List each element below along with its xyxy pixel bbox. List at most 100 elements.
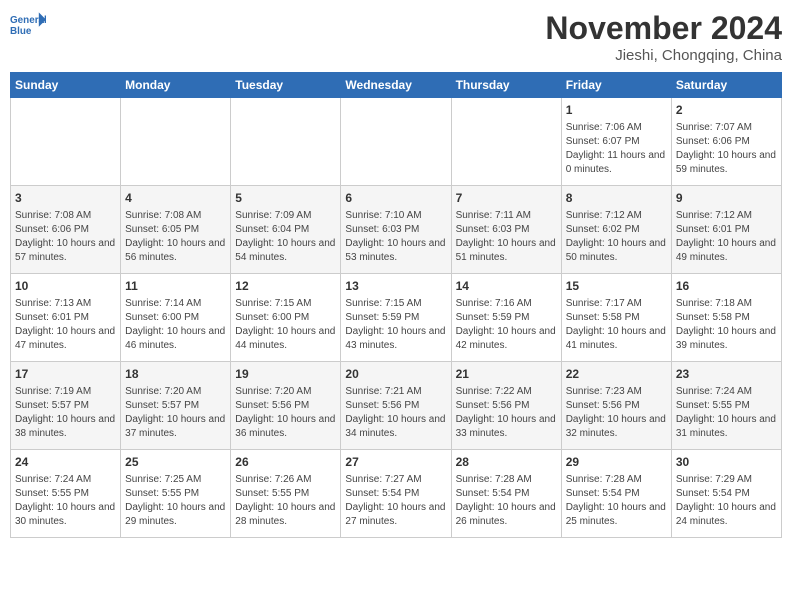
calendar-cell-week1-day0 bbox=[11, 98, 121, 186]
calendar-cell-week5-day5: 29 Sunrise: 7:28 AM Sunset: 5:54 PM Dayli… bbox=[561, 450, 671, 538]
calendar-cell-week1-day5: 1 Sunrise: 7:06 AM Sunset: 6:07 PM Daylig… bbox=[561, 98, 671, 186]
calendar-cell-week1-day2 bbox=[231, 98, 341, 186]
day-info: Sunrise: 7:08 AM Sunset: 6:06 PM Dayligh… bbox=[15, 209, 116, 265]
weekday-header-friday: Friday bbox=[561, 73, 671, 98]
calendar-cell-week5-day4: 28Sunrise: 7:28 AM Sunset: 5:54 PM Dayli… bbox=[451, 450, 561, 538]
logo: General Blue bbox=[10, 10, 46, 40]
day-number: 18 bbox=[125, 366, 226, 383]
day-info: Sunrise: 7:10 AM Sunset: 6:03 PM Dayligh… bbox=[345, 209, 446, 265]
day-info: Sunrise: 7:12 AM Sunset: 6:02 PM Dayligh… bbox=[566, 209, 667, 265]
title-block: November 2024 Jieshi, Chongqing, China bbox=[545, 10, 782, 64]
day-number: 3 bbox=[15, 190, 116, 207]
day-number: 22 bbox=[566, 366, 667, 383]
day-info: Sunrise: 7:24 AM Sunset: 5:55 PM Dayligh… bbox=[676, 385, 777, 441]
day-number: 2 bbox=[676, 102, 777, 119]
week-row-5: 24 Sunrise: 7:24 AM Sunset: 5:55 PM Dayli… bbox=[11, 450, 782, 538]
calendar-cell-week2-day0: 3 Sunrise: 7:08 AM Sunset: 6:06 PM Daylig… bbox=[11, 186, 121, 274]
week-row-2: 3 Sunrise: 7:08 AM Sunset: 6:06 PM Daylig… bbox=[11, 186, 782, 274]
calendar-cell-week1-day3 bbox=[341, 98, 451, 186]
day-info: Sunrise: 7:29 AM Sunset: 5:54 PM Dayligh… bbox=[676, 473, 777, 529]
day-number: 8 bbox=[566, 190, 667, 207]
day-number: 23 bbox=[676, 366, 777, 383]
day-number: 16 bbox=[676, 278, 777, 295]
calendar-cell-week5-day1: 25Sunrise: 7:25 AM Sunset: 5:55 PM Dayli… bbox=[121, 450, 231, 538]
calendar-cell-week4-day6: 23 Sunrise: 7:24 AM Sunset: 5:55 PM Dayli… bbox=[671, 362, 781, 450]
day-number: 19 bbox=[235, 366, 336, 383]
logo-icon: General Blue bbox=[10, 10, 46, 40]
calendar-cell-week4-day5: 22 Sunrise: 7:23 AM Sunset: 5:56 PM Dayli… bbox=[561, 362, 671, 450]
day-info: Sunrise: 7:27 AM Sunset: 5:54 PM Dayligh… bbox=[345, 473, 446, 529]
day-info: Sunrise: 7:23 AM Sunset: 5:56 PM Dayligh… bbox=[566, 385, 667, 441]
day-number: 9 bbox=[676, 190, 777, 207]
calendar-cell-week5-day6: 30 Sunrise: 7:29 AM Sunset: 5:54 PM Dayli… bbox=[671, 450, 781, 538]
day-info: Sunrise: 7:24 AM Sunset: 5:55 PM Dayligh… bbox=[15, 473, 116, 529]
day-number: 17 bbox=[15, 366, 116, 383]
day-number: 7 bbox=[456, 190, 557, 207]
calendar-cell-week4-day1: 18Sunrise: 7:20 AM Sunset: 5:57 PM Dayli… bbox=[121, 362, 231, 450]
day-info: Sunrise: 7:28 AM Sunset: 5:54 PM Dayligh… bbox=[456, 473, 557, 529]
day-number: 30 bbox=[676, 454, 777, 471]
calendar-cell-week5-day0: 24 Sunrise: 7:24 AM Sunset: 5:55 PM Dayli… bbox=[11, 450, 121, 538]
day-number: 6 bbox=[345, 190, 446, 207]
day-number: 12 bbox=[235, 278, 336, 295]
calendar-cell-week1-day4 bbox=[451, 98, 561, 186]
calendar-cell-week3-day4: 14 Sunrise: 7:16 AM Sunset: 5:59 PM Dayli… bbox=[451, 274, 561, 362]
day-info: Sunrise: 7:22 AM Sunset: 5:56 PM Dayligh… bbox=[456, 385, 557, 441]
weekday-header-wednesday: Wednesday bbox=[341, 73, 451, 98]
day-number: 14 bbox=[456, 278, 557, 295]
page-header: General Blue November 2024 Jieshi, Chong… bbox=[10, 10, 782, 64]
day-info: Sunrise: 7:16 AM Sunset: 5:59 PM Dayligh… bbox=[456, 297, 557, 353]
weekday-header-saturday: Saturday bbox=[671, 73, 781, 98]
weekday-header-monday: Monday bbox=[121, 73, 231, 98]
calendar-cell-week3-day2: 12 Sunrise: 7:15 AM Sunset: 6:00 PM Dayli… bbox=[231, 274, 341, 362]
svg-text:Blue: Blue bbox=[10, 26, 32, 37]
day-info: Sunrise: 7:28 AM Sunset: 5:54 PM Dayligh… bbox=[566, 473, 667, 529]
day-number: 4 bbox=[125, 190, 226, 207]
calendar-cell-week4-day0: 17 Sunrise: 7:19 AM Sunset: 5:57 PM Dayli… bbox=[11, 362, 121, 450]
week-row-3: 10Sunrise: 7:13 AM Sunset: 6:01 PM Dayli… bbox=[11, 274, 782, 362]
month-title: November 2024 bbox=[545, 10, 782, 47]
calendar-table: SundayMondayTuesdayWednesdayThursdayFrid… bbox=[10, 72, 782, 538]
calendar-cell-week4-day3: 20Sunrise: 7:21 AM Sunset: 5:56 PM Dayli… bbox=[341, 362, 451, 450]
day-number: 29 bbox=[566, 454, 667, 471]
week-row-1: 1 Sunrise: 7:06 AM Sunset: 6:07 PM Daylig… bbox=[11, 98, 782, 186]
day-info: Sunrise: 7:26 AM Sunset: 5:55 PM Dayligh… bbox=[235, 473, 336, 529]
calendar-cell-week1-day1 bbox=[121, 98, 231, 186]
calendar-cell-week2-day6: 9Sunrise: 7:12 AM Sunset: 6:01 PM Daylig… bbox=[671, 186, 781, 274]
day-info: Sunrise: 7:14 AM Sunset: 6:00 PM Dayligh… bbox=[125, 297, 226, 353]
day-info: Sunrise: 7:11 AM Sunset: 6:03 PM Dayligh… bbox=[456, 209, 557, 265]
calendar-cell-week1-day6: 2 Sunrise: 7:07 AM Sunset: 6:06 PM Daylig… bbox=[671, 98, 781, 186]
calendar-cell-week3-day1: 11 Sunrise: 7:14 AM Sunset: 6:00 PM Dayli… bbox=[121, 274, 231, 362]
day-number: 21 bbox=[456, 366, 557, 383]
weekday-header-tuesday: Tuesday bbox=[231, 73, 341, 98]
calendar-cell-week5-day2: 26 Sunrise: 7:26 AM Sunset: 5:55 PM Dayli… bbox=[231, 450, 341, 538]
calendar-cell-week2-day2: 5Sunrise: 7:09 AM Sunset: 6:04 PM Daylig… bbox=[231, 186, 341, 274]
week-row-4: 17 Sunrise: 7:19 AM Sunset: 5:57 PM Dayli… bbox=[11, 362, 782, 450]
day-info: Sunrise: 7:15 AM Sunset: 6:00 PM Dayligh… bbox=[235, 297, 336, 353]
day-info: Sunrise: 7:09 AM Sunset: 6:04 PM Dayligh… bbox=[235, 209, 336, 265]
day-number: 20 bbox=[345, 366, 446, 383]
day-number: 26 bbox=[235, 454, 336, 471]
calendar-cell-week3-day0: 10Sunrise: 7:13 AM Sunset: 6:01 PM Dayli… bbox=[11, 274, 121, 362]
location-subtitle: Jieshi, Chongqing, China bbox=[545, 47, 782, 64]
day-info: Sunrise: 7:07 AM Sunset: 6:06 PM Dayligh… bbox=[676, 121, 777, 177]
calendar-cell-week3-day5: 15 Sunrise: 7:17 AM Sunset: 5:58 PM Dayli… bbox=[561, 274, 671, 362]
calendar-cell-week2-day5: 8 Sunrise: 7:12 AM Sunset: 6:02 PM Daylig… bbox=[561, 186, 671, 274]
calendar-cell-week3-day6: 16 Sunrise: 7:18 AM Sunset: 5:58 PM Dayli… bbox=[671, 274, 781, 362]
day-number: 1 bbox=[566, 102, 667, 119]
calendar-cell-week2-day4: 7 Sunrise: 7:11 AM Sunset: 6:03 PM Daylig… bbox=[451, 186, 561, 274]
weekday-header-row: SundayMondayTuesdayWednesdayThursdayFrid… bbox=[11, 73, 782, 98]
day-info: Sunrise: 7:06 AM Sunset: 6:07 PM Dayligh… bbox=[566, 121, 667, 177]
calendar-cell-week4-day2: 19Sunrise: 7:20 AM Sunset: 5:56 PM Dayli… bbox=[231, 362, 341, 450]
day-info: Sunrise: 7:17 AM Sunset: 5:58 PM Dayligh… bbox=[566, 297, 667, 353]
day-info: Sunrise: 7:15 AM Sunset: 5:59 PM Dayligh… bbox=[345, 297, 446, 353]
day-info: Sunrise: 7:25 AM Sunset: 5:55 PM Dayligh… bbox=[125, 473, 226, 529]
day-number: 11 bbox=[125, 278, 226, 295]
weekday-header-thursday: Thursday bbox=[451, 73, 561, 98]
day-info: Sunrise: 7:18 AM Sunset: 5:58 PM Dayligh… bbox=[676, 297, 777, 353]
weekday-header-sunday: Sunday bbox=[11, 73, 121, 98]
day-info: Sunrise: 7:19 AM Sunset: 5:57 PM Dayligh… bbox=[15, 385, 116, 441]
day-number: 15 bbox=[566, 278, 667, 295]
day-number: 24 bbox=[15, 454, 116, 471]
day-number: 10 bbox=[15, 278, 116, 295]
